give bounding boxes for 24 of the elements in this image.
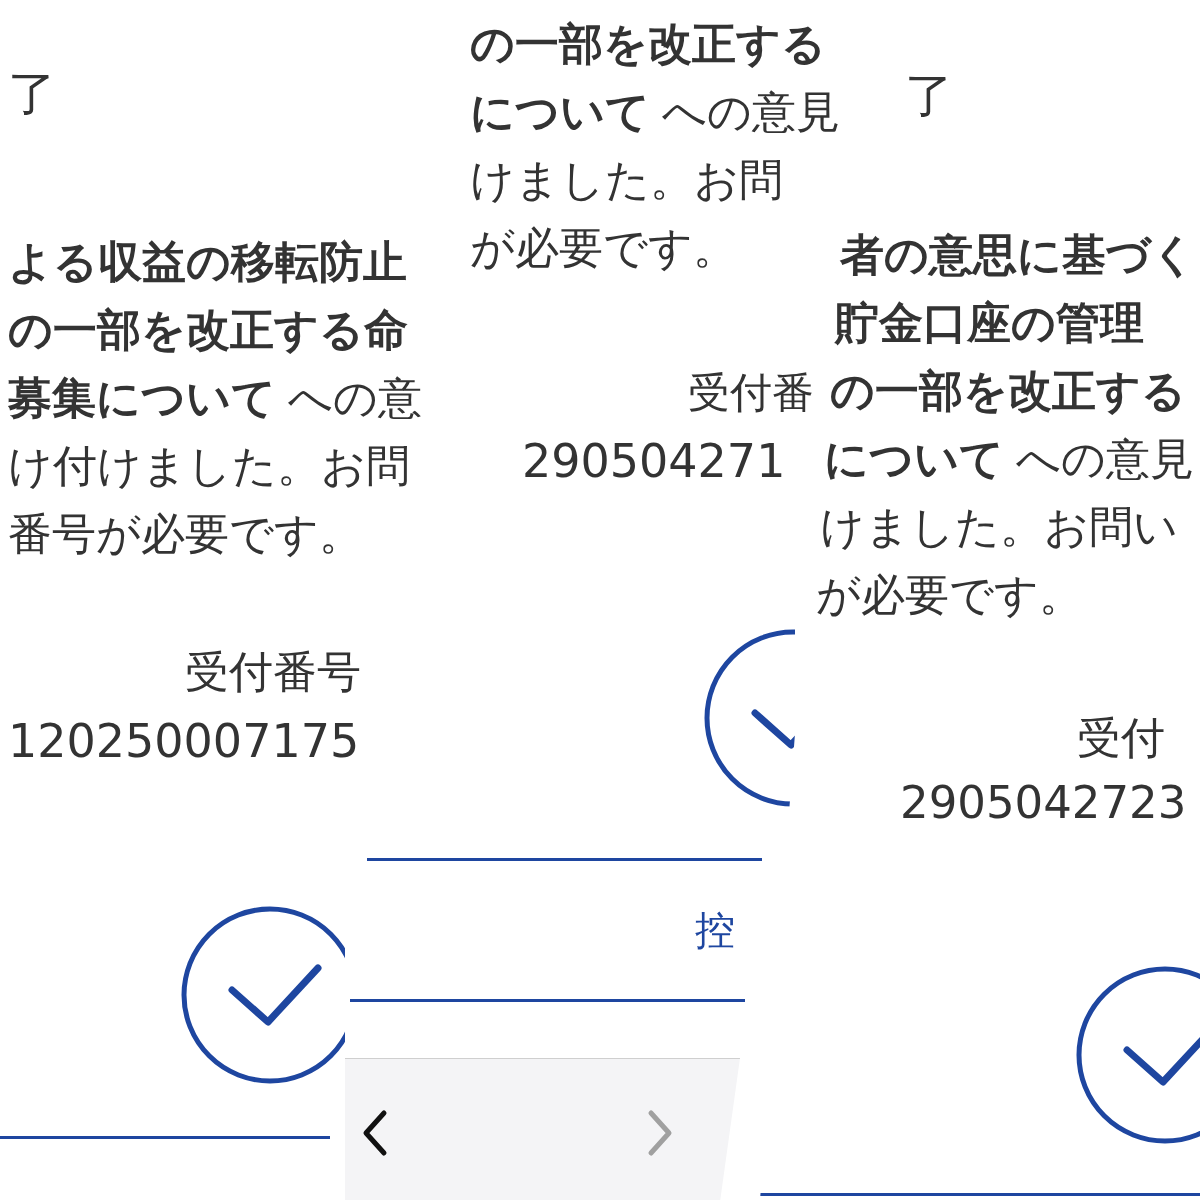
receipt-label: 受付番 — [688, 372, 814, 414]
topic-text: について への意見 — [824, 433, 1195, 485]
receipt-number: 290504271 — [522, 438, 786, 484]
message-text: けました。お問い — [820, 501, 1178, 553]
topic-text: 募集について への意 — [8, 372, 423, 424]
message-text: け付けました。お問 — [8, 440, 411, 492]
receipt-number: 2905042723 — [900, 780, 1187, 825]
message-text: 番号が必要です。 — [8, 508, 364, 560]
receipt-number: 120250007175 — [8, 718, 360, 764]
heading-text: の一部を改正する — [830, 365, 1186, 417]
message-text: が必要です。 — [470, 222, 738, 274]
heading-text: 者の意思に基づく — [840, 229, 1196, 281]
heading-text: 貯金口座の管理 — [835, 297, 1144, 349]
page-title: 了 — [8, 70, 56, 118]
message-text: が必要です。 — [816, 569, 1083, 621]
heading-text: の一部を改正する — [470, 18, 827, 70]
topic-text: について への意見 — [470, 86, 841, 138]
heading-text: よる収益の移転防止 — [8, 236, 408, 288]
copy-link[interactable]: 控 — [695, 910, 735, 950]
heading-text: の一部を改正する命 — [8, 304, 409, 356]
receipt-label: 受付番号 — [185, 650, 361, 694]
message-text: けました。お問 — [470, 154, 784, 206]
page-title: 了 — [905, 72, 953, 120]
receipt-label: 受付 — [1077, 716, 1165, 760]
